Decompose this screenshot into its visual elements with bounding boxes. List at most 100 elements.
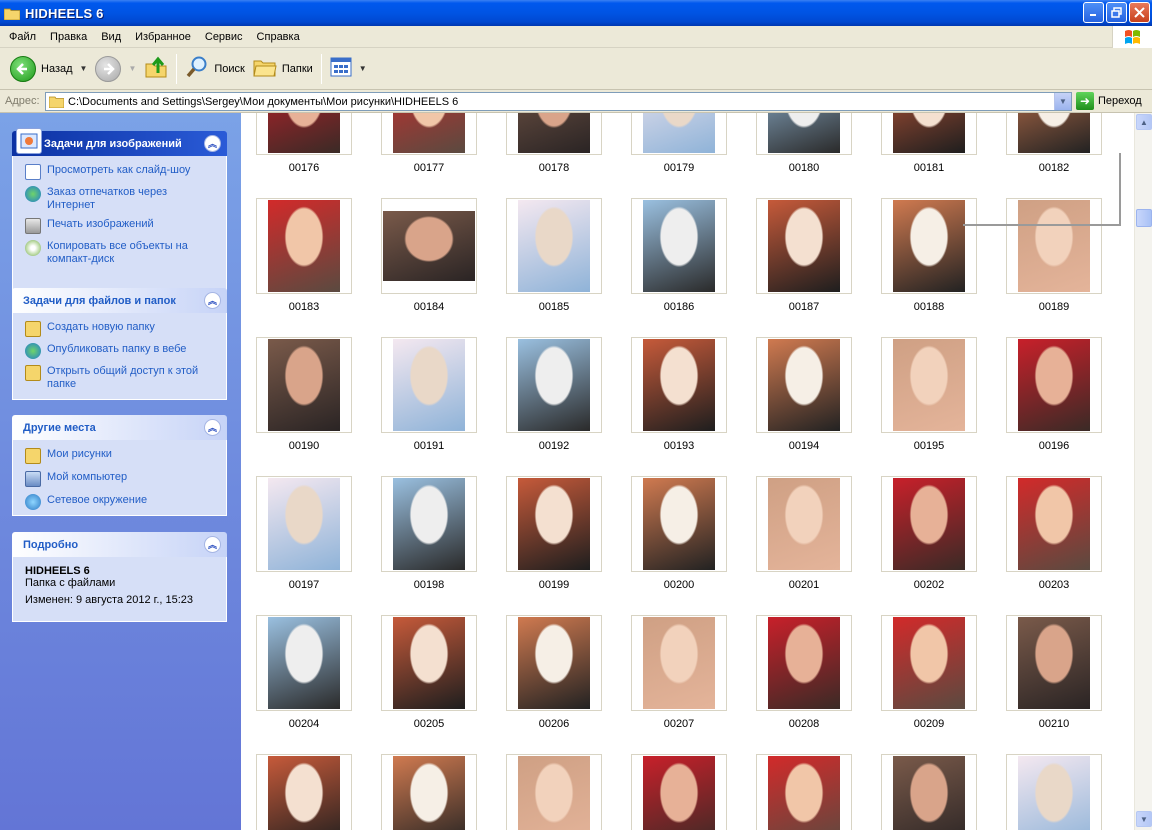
thumbnail-view[interactable]: 00176 00177 00178 00179 00180 00181 00182 00183… [241,113,1134,830]
back-button[interactable]: Назад ▼ [6,52,91,86]
thumbnail-item[interactable] [506,615,602,711]
place-my-pictures[interactable]: Мои рисунки [25,448,216,464]
scroll-up-icon[interactable]: ▲ [1136,114,1152,130]
thumbnail-item[interactable] [1006,113,1102,155]
address-bar: Адрес: C:\Documents and Settings\Sergey\… [0,90,1152,113]
thumbnail-item[interactable] [256,754,352,830]
thumbnail-label: 00198 [413,579,445,591]
menu-edit[interactable]: Правка [43,26,94,48]
thumbnail-item[interactable] [756,476,852,572]
other-places-header[interactable]: Другие места ︽ [12,415,227,440]
thumbnail-item[interactable] [1006,754,1102,830]
task-slideshow[interactable]: Просмотреть как слайд-шоу [25,164,216,180]
thumbnail-item[interactable] [1006,615,1102,711]
views-dropdown-icon[interactable]: ▼ [359,64,367,73]
task-publish-web[interactable]: Опубликовать папку в вебе [25,343,216,359]
back-dropdown-icon[interactable]: ▼ [80,64,88,73]
collapse-chevron-icon[interactable]: ︽ [204,536,221,553]
details-panel: Подробно ︽ HIDHEELS 6 Папка с файлами Из… [12,532,227,622]
thumbnail-item[interactable] [631,113,727,155]
thumbnail-item[interactable] [631,754,727,830]
collapse-chevron-icon[interactable]: ︽ [204,292,221,309]
thumbnail-item[interactable] [631,337,727,433]
details-name: HIDHEELS 6 [25,565,90,577]
collapse-chevron-icon[interactable]: ︽ [204,135,221,152]
up-folder-button[interactable] [140,52,172,86]
vertical-scrollbar[interactable]: ▲ ▼ [1134,113,1152,830]
place-network[interactable]: Сетевое окружение [25,494,216,510]
thumbnail-item[interactable] [631,198,727,294]
thumbnail-item[interactable] [506,754,602,830]
task-order-prints[interactable]: Заказ отпечатков через Интернет [25,186,216,212]
thumbnail-item[interactable] [256,615,352,711]
restore-button[interactable] [1106,2,1127,23]
thumbnail-item[interactable] [756,754,852,830]
globe-icon [25,186,41,202]
thumbnail-item[interactable] [1006,337,1102,433]
thumbnail-item[interactable] [631,615,727,711]
thumbnail-item[interactable] [381,113,477,155]
scroll-thumb[interactable] [1136,209,1152,227]
thumbnail-item[interactable] [506,337,602,433]
details-header[interactable]: Подробно ︽ [12,532,227,557]
task-print-images[interactable]: Печать изображений [25,218,216,234]
menu-favorites[interactable]: Избранное [128,26,198,48]
forward-button[interactable]: ▼ [91,52,140,86]
thumbnail-item[interactable] [381,476,477,572]
thumbnail-item[interactable] [506,198,602,294]
thumbnail-item[interactable] [256,113,352,155]
thumbnail-item[interactable] [381,337,477,433]
thumbnail-item[interactable] [256,476,352,572]
place-my-computer[interactable]: Мой компьютер [25,471,216,487]
other-places-title: Другие места [23,421,96,434]
cd-icon [25,240,41,256]
views-button[interactable]: ▼ [326,52,371,86]
title-bar[interactable]: HIDHEELS 6 [0,0,1152,26]
go-button[interactable]: ➜ Переход [1076,92,1142,110]
thumbnail-item[interactable] [881,754,977,830]
thumbnail-item[interactable] [381,198,477,294]
thumbnail-item[interactable] [881,337,977,433]
thumbnail-item[interactable] [256,337,352,433]
address-input[interactable]: C:\Documents and Settings\Sergey\Мои док… [45,92,1072,111]
thumbnail-item[interactable] [381,754,477,830]
thumbnail-item[interactable] [881,476,977,572]
search-button[interactable]: Поиск [181,52,248,86]
thumbnail-item[interactable] [756,615,852,711]
thumbnail-item[interactable] [756,198,852,294]
folders-button[interactable]: Папки [249,52,317,86]
thumbnail-item[interactable] [506,476,602,572]
thumbnail-item[interactable] [756,113,852,155]
minimize-button[interactable] [1083,2,1104,23]
search-label: Поиск [214,62,245,75]
task-new-folder[interactable]: Создать новую папку [25,321,216,337]
thumbnail-label: 00184 [413,301,445,313]
address-dropdown-icon[interactable]: ▼ [1054,93,1071,110]
scroll-down-icon[interactable]: ▼ [1136,811,1152,827]
menu-tools[interactable]: Сервис [198,26,250,48]
thumbnail-item[interactable] [631,476,727,572]
thumbnail-item[interactable] [381,615,477,711]
photo-thumbnail [643,756,715,830]
collapse-chevron-icon[interactable]: ︽ [204,419,221,436]
thumbnail-item[interactable] [881,113,977,155]
thumbnail-item[interactable] [506,113,602,155]
back-arrow-icon [10,55,36,82]
image-tasks-header[interactable]: Задачи для изображений ︽ [12,128,227,156]
task-label: Просмотреть как слайд-шоу [47,164,191,176]
thumbnail-item[interactable] [881,615,977,711]
thumbnail-item[interactable] [1006,476,1102,572]
file-tasks-header[interactable]: Задачи для файлов и папок ︽ [12,288,227,313]
task-share-folder[interactable]: Открыть общий доступ к этой папке [25,365,216,391]
thumbnail-item[interactable] [756,337,852,433]
thumbnail-item[interactable] [256,198,352,294]
menu-file[interactable]: Файл [0,26,43,48]
photo-thumbnail [268,200,340,292]
forward-dropdown-icon[interactable]: ▼ [128,64,136,73]
menu-help[interactable]: Справка [250,26,307,48]
menu-view[interactable]: Вид [94,26,128,48]
close-button[interactable] [1129,2,1150,23]
task-label: Открыть общий доступ к этой папке [47,365,199,390]
task-copy-to-cd[interactable]: Копировать все объекты на компакт-диск [25,240,216,266]
toolbar-separator [320,53,322,84]
